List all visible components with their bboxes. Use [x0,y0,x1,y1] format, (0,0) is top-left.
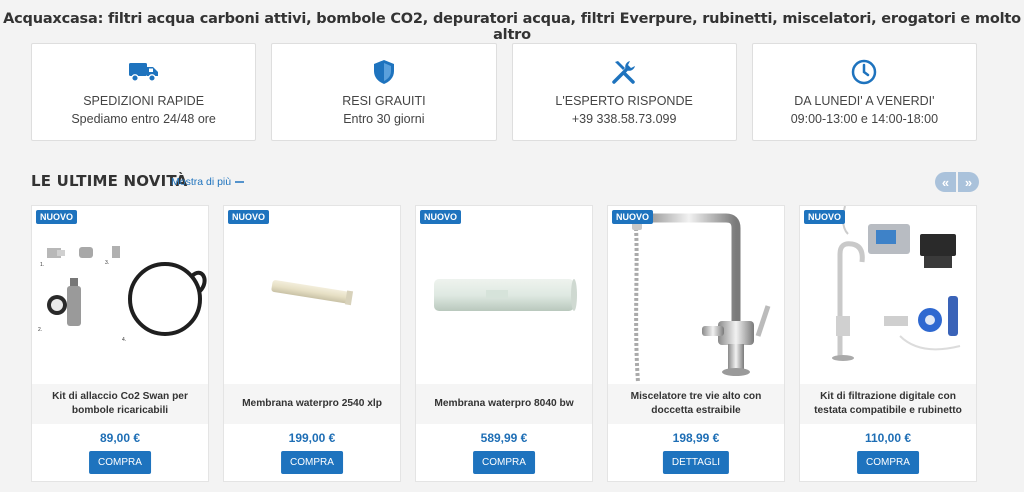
svg-text:2.: 2. [38,327,42,333]
product-card[interactable]: NUOVO Membrana waterpro 2540 xlp 199,00 … [223,205,401,482]
buy-button[interactable]: COMPRA [89,451,151,474]
carousel-next-button[interactable]: » [958,172,979,192]
product-image-membrane-8040[interactable] [416,206,592,384]
product-card[interactable]: NUOVO 1. 3. 2. 4. Kit di allaccio Co2 Swan… [31,205,209,482]
feature-expert: L'ESPERTO RISPONDE +39 338.58.73.099 [511,43,737,141]
product-price: 110,00 € [864,431,912,445]
product-card[interactable]: NUOVO Kit di filtrazione digitale con te… [799,205,977,482]
svg-text:1.: 1. [40,262,44,268]
feature-returns: RESI GRAUITI Entro 30 giorni [271,43,497,141]
clock-icon [849,58,879,86]
feature-title: L'ESPERTO RISPONDE [555,94,693,108]
show-more-label: Mostra di più [171,176,232,188]
product-image-membrane-2540[interactable] [224,206,400,384]
details-button[interactable]: DETTAGLI [662,451,730,474]
svg-text:4.: 4. [122,337,126,343]
dash-arrow-icon [235,176,245,188]
feature-subtitle: Spediamo entro 24/48 ore [71,112,216,126]
new-badge: NUOVO [420,210,462,224]
carousel-prev-button[interactable]: « [935,172,956,192]
product-image-digital-filter-kit[interactable] [800,206,976,384]
product-card[interactable]: NUOVO Membrana waterpro 8040 bw 589,99 €… [415,205,593,482]
product-price: 89,00 € [99,431,141,445]
product-carousel: NUOVO 1. 3. 2. 4. Kit di allaccio Co2 Swan… [31,205,978,482]
new-badge: NUOVO [804,210,846,224]
feature-title: SPEDIZIONI RAPIDE [83,94,205,108]
feature-subtitle: 09:00-13:00 e 14:00-18:00 [790,112,939,126]
feature-shipping: SPEDIZIONI RAPIDE Spediamo entro 24/48 o… [31,43,257,141]
shield-icon [369,58,399,86]
double-chevron-right-icon: » [964,174,973,190]
tools-icon [609,58,639,86]
product-name[interactable]: Miscelatore tre vie alto con doccetta es… [608,384,784,424]
section-title: LE ULTIME NOVITÀ [31,172,188,190]
product-name[interactable]: Kit di filtrazione digitale con testata … [800,384,976,424]
buy-button[interactable]: COMPRA [473,451,535,474]
double-chevron-left-icon: « [941,174,950,190]
show-more-link[interactable]: Mostra di più [171,176,245,188]
product-price: 199,00 € [288,431,336,445]
feature-title: DA LUNEDI' A VENERDI' [794,94,935,108]
new-badge: NUOVO [228,210,270,224]
product-price: 589,99 € [480,431,528,445]
product-image-co2-kit[interactable]: 1. 3. 2. 4. [32,206,208,384]
truck-icon [128,58,159,86]
feature-subtitle: Entro 30 giorni [343,112,425,126]
product-name[interactable]: Membrana waterpro 8040 bw [416,384,592,424]
product-name[interactable]: Kit di allaccio Co2 Swan per bombole ric… [32,384,208,424]
product-card[interactable]: NUOVO Miscelatore tre vie alto con docce… [607,205,785,482]
feature-subtitle: +39 338.58.73.099 [571,112,677,126]
carousel-controls: « » [935,172,979,192]
feature-title: RESI GRAUITI [342,94,426,108]
feature-hours: DA LUNEDI' A VENERDI' 09:00-13:00 e 14:0… [751,43,977,141]
new-badge: NUOVO [612,210,654,224]
features-row: SPEDIZIONI RAPIDE Spediamo entro 24/48 o… [31,43,977,141]
buy-button[interactable]: COMPRA [857,451,919,474]
product-image-three-way-mixer[interactable] [608,206,784,384]
product-name[interactable]: Membrana waterpro 2540 xlp [224,384,400,424]
buy-button[interactable]: COMPRA [281,451,343,474]
site-headline: Acquaxcasa: filtri acqua carboni attivi,… [3,11,1021,43]
new-badge: NUOVO [36,210,78,224]
svg-text:3.: 3. [105,260,109,266]
product-price: 198,99 € [672,431,720,445]
